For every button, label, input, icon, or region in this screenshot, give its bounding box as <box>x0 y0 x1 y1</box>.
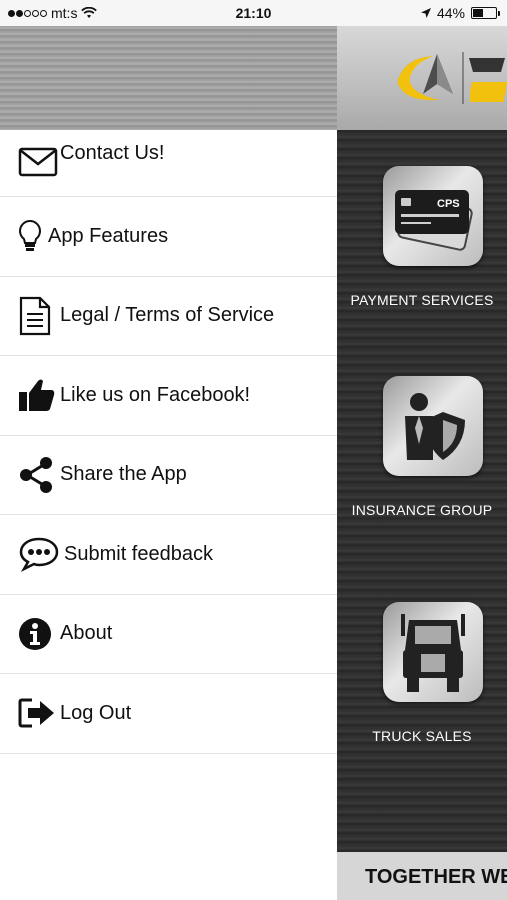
main-app-background: CPS PAYMENT SERVICES INSURANCE GROUP TRU… <box>337 26 507 900</box>
lightbulb-icon <box>18 216 48 256</box>
company-logo <box>397 52 507 104</box>
menu-item-about[interactable]: About <box>0 595 337 674</box>
status-bar: mt:s 21:10 44% <box>0 0 507 26</box>
logout-icon <box>18 693 60 733</box>
truck-sales-label: TRUCK SALES <box>372 728 472 744</box>
menu-item-log-out[interactable]: Log Out <box>0 674 337 754</box>
menu-item-label: App Features <box>48 224 169 247</box>
info-icon <box>18 614 60 654</box>
menu-item-label: Share the App <box>60 463 187 486</box>
menu-item-label: Like us on Facebook! <box>60 383 251 406</box>
menu-item-contact-us[interactable]: Contact Us! <box>0 130 337 197</box>
status-right: 44% <box>420 5 500 21</box>
app-header <box>337 26 507 130</box>
truck-sales-tile[interactable]: TRUCK SALES <box>337 602 507 744</box>
thumbs-up-icon <box>18 375 60 415</box>
payment-card-icon: CPS <box>395 190 473 251</box>
insurance-group-label: INSURANCE GROUP <box>351 502 493 518</box>
location-arrow-icon <box>420 8 431 18</box>
drawer-header <box>0 26 337 130</box>
chat-bubble-icon <box>18 534 64 574</box>
battery-percent: 44% <box>436 5 465 21</box>
payment-services-label: PAYMENT SERVICES <box>350 292 494 308</box>
menu-item-label: Submit feedback <box>64 542 213 565</box>
menu-item-label: Log Out <box>60 701 132 724</box>
side-drawer-menu: Contact Us! App Features Legal / Terms o… <box>0 130 337 900</box>
menu-item-label: Contact Us! <box>60 142 165 164</box>
svg-text:CPS: CPS <box>437 198 460 210</box>
payment-services-tile[interactable]: CPS PAYMENT SERVICES <box>337 166 507 308</box>
insurance-group-tile[interactable]: INSURANCE GROUP <box>337 376 507 518</box>
document-icon <box>18 296 60 336</box>
insurance-shield-icon <box>405 393 465 460</box>
menu-item-legal-terms[interactable]: Legal / Terms of Service <box>0 277 337 356</box>
menu-item-submit-feedback[interactable]: Submit feedback <box>0 515 337 595</box>
envelope-icon <box>18 142 60 182</box>
share-icon <box>18 455 60 495</box>
menu-item-label: About <box>60 622 113 645</box>
battery-icon <box>471 7 500 19</box>
bottom-banner: TOGETHER WE <box>337 852 507 900</box>
truck-icon <box>401 614 465 692</box>
menu-item-app-features[interactable]: App Features <box>0 197 337 277</box>
menu-item-share-app[interactable]: Share the App <box>0 436 337 515</box>
menu-item-label: Legal / Terms of Service <box>60 304 275 327</box>
menu-item-facebook[interactable]: Like us on Facebook! <box>0 356 337 436</box>
